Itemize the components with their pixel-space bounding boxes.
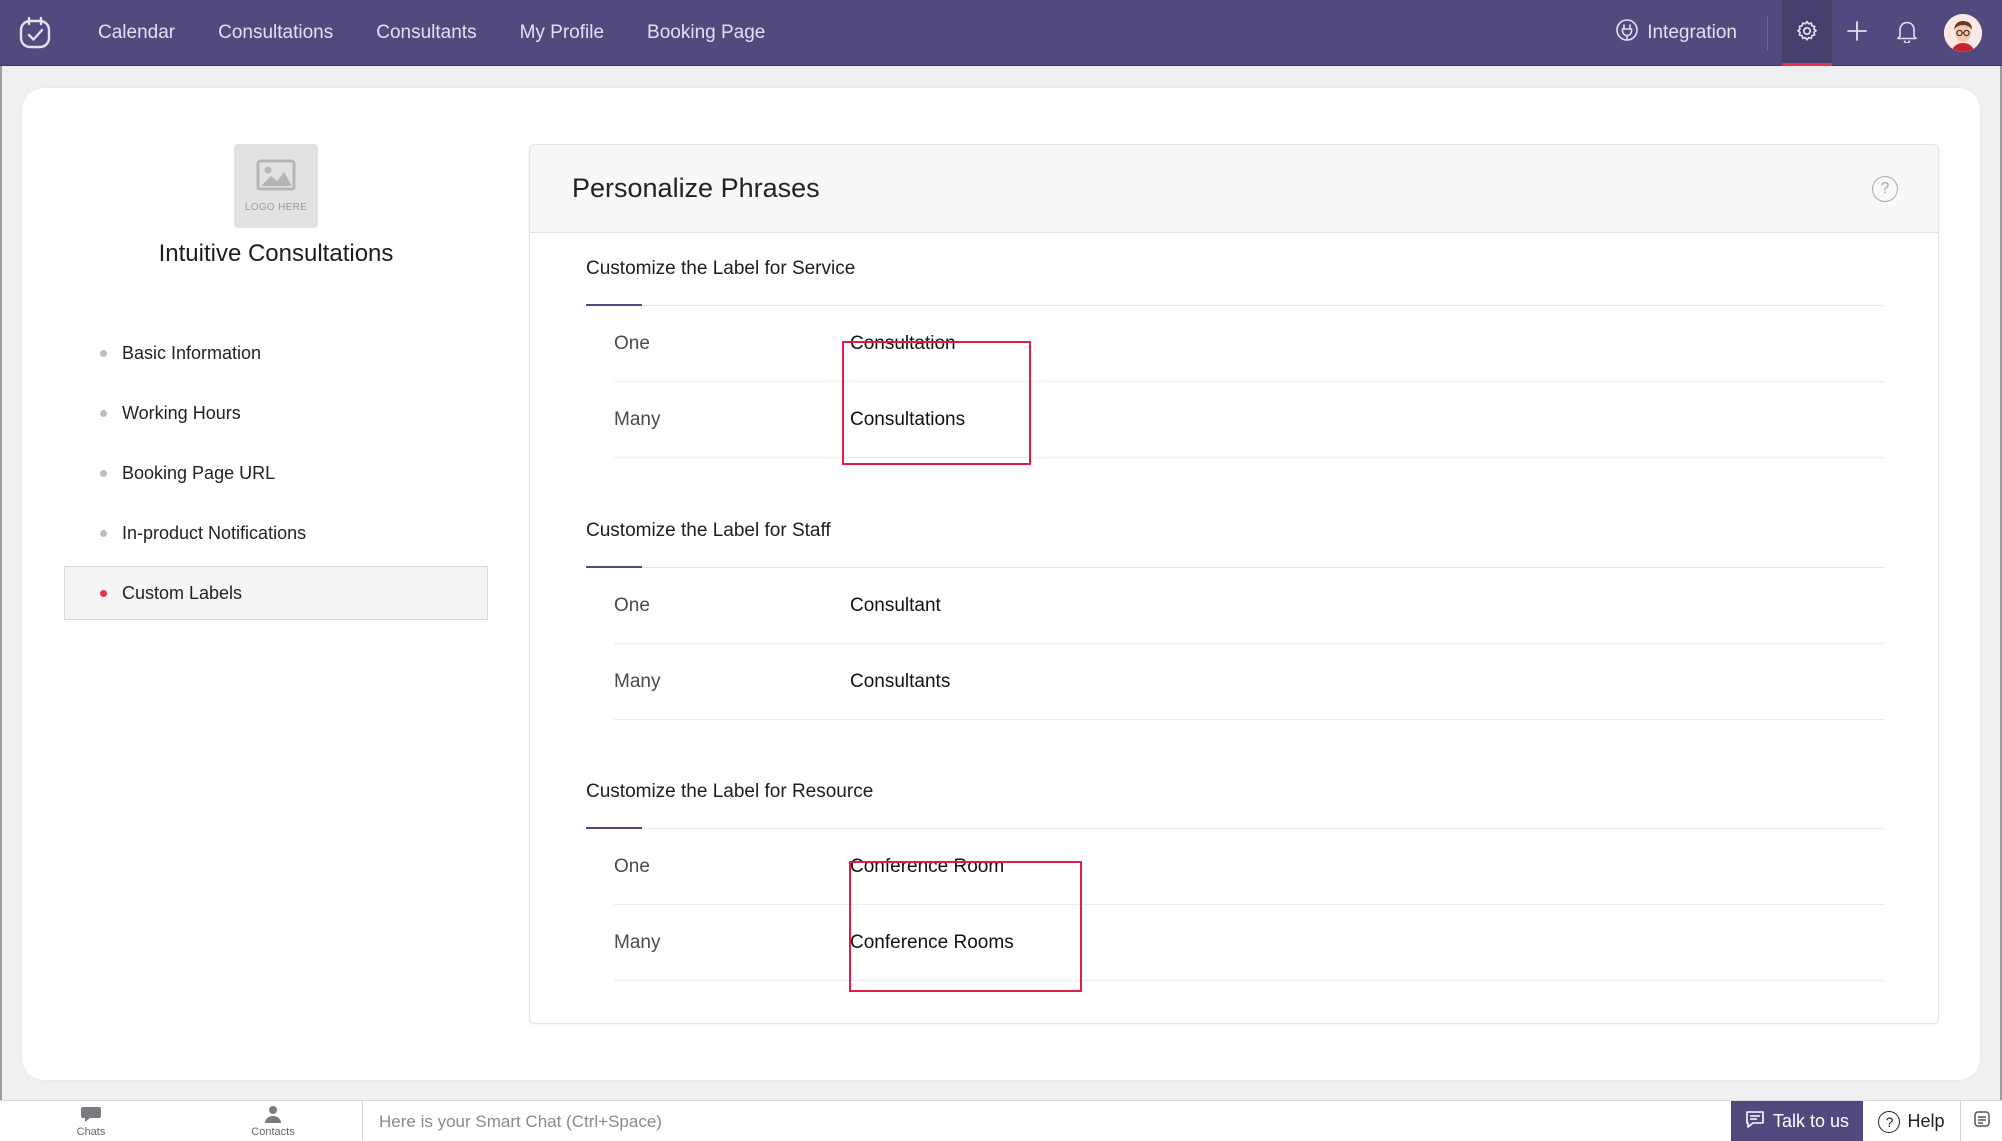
menu-item-label: Working Hours [122,402,241,423]
logo-placeholder-text: LOGO HERE [244,202,308,213]
menu-item-label: Custom Labels [122,582,243,603]
top-navigation-bar: Calendar Consultations Consultants My Pr… [0,0,2002,66]
menu-bullet [100,410,107,417]
personalize-phrases-panel: Personalize Phrases ? Customize the Labe… [529,144,1939,1024]
staff-singular-field[interactable]: Consultant [850,595,941,617]
chat-bubble-icon [80,1105,102,1126]
help-button[interactable]: ? Help [1863,1101,1961,1141]
menu-item-booking-page-url[interactable]: Booking Page URL [64,446,488,500]
smart-chat-input[interactable]: Here is your Smart Chat (Ctrl+Space) [362,1101,1732,1141]
menu-bullet [100,470,107,477]
section-staff: Customize the Label for Staff One Consul… [586,512,1885,720]
menu-item-basic-information[interactable]: Basic Information [64,326,488,380]
image-icon [256,159,296,196]
plus-icon [1845,19,1869,48]
help-label: Help [1907,1111,1945,1131]
bell-icon [1896,19,1918,48]
label-row-one: One Consultation [614,306,1885,382]
service-plural-field[interactable]: Consultations [850,409,965,431]
bottom-bar: Chats Contacts Here is your Smart Chat (… [0,1100,2002,1141]
label-row-many: Many Consultations [614,382,1885,458]
chats-label: Chats [76,1125,106,1138]
integration-button[interactable]: Integration [1615,18,1737,48]
notifications-button[interactable] [1882,0,1932,66]
row-label: One [614,594,650,616]
integration-label: Integration [1647,22,1737,43]
topbar-divider [1767,16,1768,50]
menu-item-working-hours[interactable]: Working Hours [64,386,488,440]
label-row-many: Many Consultants [614,644,1885,720]
menu-item-custom-labels[interactable]: Custom Labels [64,566,488,620]
menu-bullet [100,350,107,357]
section-title: Customize the Label for Resource [586,773,1885,829]
nav-calendar[interactable]: Calendar [98,22,175,44]
row-label: Many [614,408,661,430]
section-title: Customize the Label for Staff [586,512,1885,568]
menu-item-label: Booking Page URL [122,462,276,483]
app-logo-icon[interactable] [14,12,56,54]
help-icon[interactable]: ? [1872,176,1898,202]
section-title: Customize the Label for Service [586,250,1885,306]
row-label: Many [614,670,661,692]
contact-person-icon [264,1105,282,1126]
nav-consultants[interactable]: Consultants [376,22,476,44]
add-button[interactable] [1832,0,1882,66]
nav-booking-page[interactable]: Booking Page [647,22,765,44]
menu-item-label: Basic Information [122,342,262,363]
menu-item-in-product-notifications[interactable]: In-product Notifications [64,506,488,560]
label-row-one: One Conference Room [614,829,1885,905]
row-label: One [614,332,650,354]
section-service: Customize the Label for Service One Cons… [586,250,1885,458]
settings-menu: Basic Information Working Hours Booking … [64,326,488,626]
contacts-label: Contacts [251,1125,295,1138]
settings-button[interactable] [1782,0,1832,66]
row-label: One [614,855,650,877]
nav-my-profile[interactable]: My Profile [520,22,604,44]
label-row-one: One Consultant [614,568,1885,644]
panel-header: Personalize Phrases ? [530,145,1938,233]
menu-item-label: In-product Notifications [122,522,307,543]
talk-to-us-label: Talk to us [1772,1111,1850,1131]
business-name: Intuitive Consultations [158,240,394,267]
window-left-edge [0,66,2,1100]
section-resource: Customize the Label for Resource One Con… [586,773,1885,981]
row-label: Many [614,931,661,953]
megaphone-icon [1972,1109,1992,1134]
settings-icon [1795,19,1819,48]
service-singular-field[interactable]: Consultation [850,333,956,355]
talk-to-us-button[interactable]: Talk to us [1731,1101,1863,1141]
chats-tab[interactable]: Chats [0,1101,182,1141]
topbar-actions: Integration [1615,0,2002,66]
staff-plural-field[interactable]: Consultants [850,671,950,693]
menu-bullet-active [100,590,107,597]
announcements-button[interactable] [1961,1101,2002,1141]
resource-plural-field[interactable]: Conference Rooms [850,932,1014,954]
avatar[interactable] [1944,14,1982,52]
message-icon [1745,1110,1773,1133]
question-icon: ? [1878,1110,1901,1133]
main-card: LOGO HERE Intuitive Consultations Basic … [22,88,1980,1080]
menu-bullet [100,530,107,537]
panel-title: Personalize Phrases [572,173,820,203]
nav-consultations[interactable]: Consultations [218,22,333,44]
label-row-many: Many Conference Rooms [614,905,1885,981]
resource-singular-field[interactable]: Conference Room [850,856,1004,878]
business-logo-placeholder[interactable]: LOGO HERE [234,144,318,228]
integration-icon [1615,18,1647,48]
contacts-tab[interactable]: Contacts [182,1101,364,1141]
